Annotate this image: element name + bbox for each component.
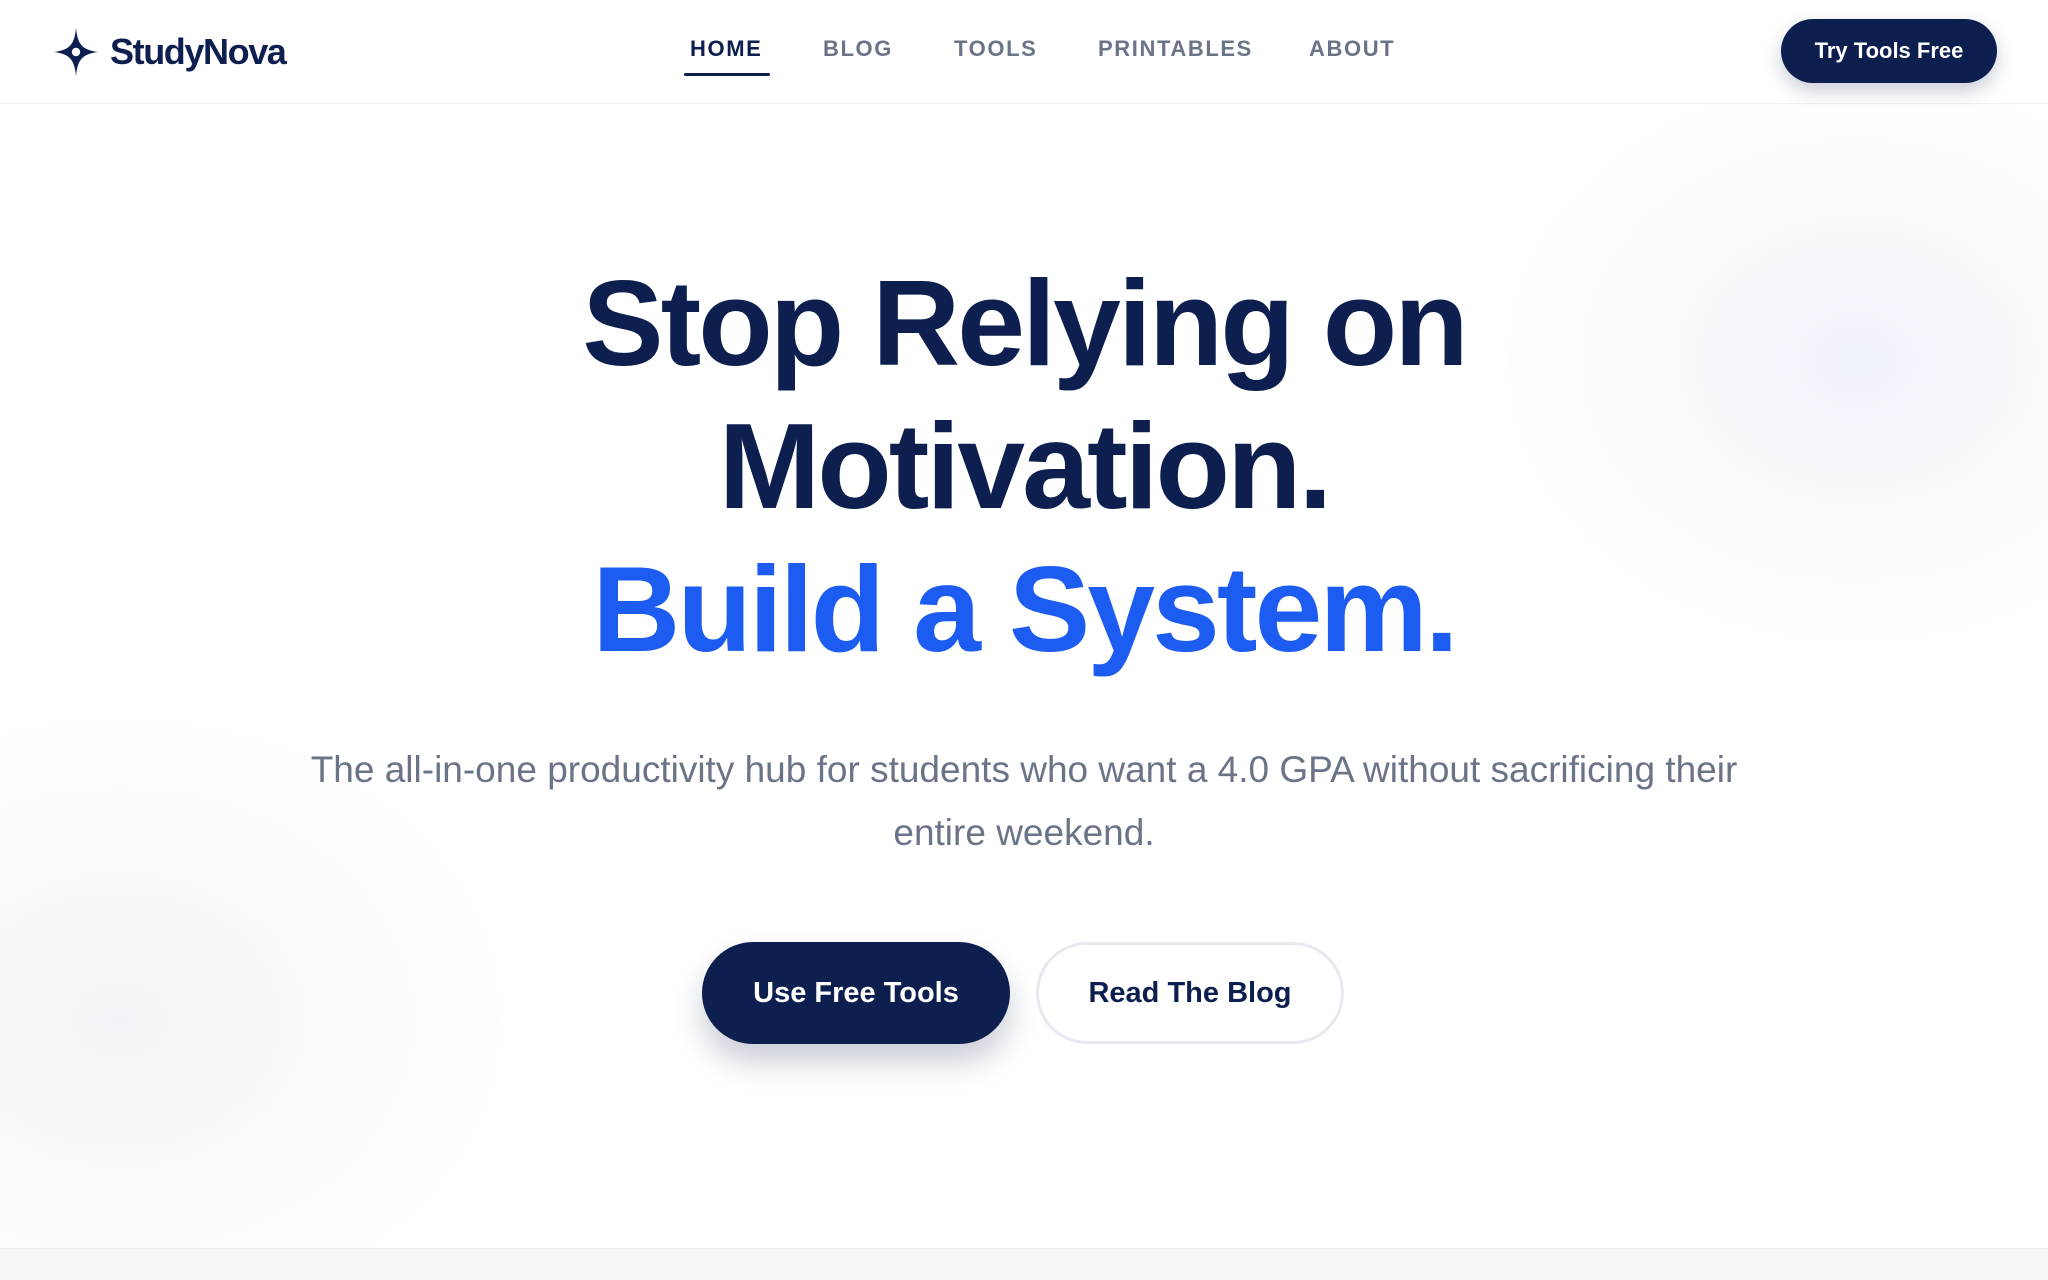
nav-item-about[interactable]: ABOUT <box>1309 36 1395 62</box>
nav-item-printables[interactable]: PRINTABLES <box>1098 36 1253 62</box>
brand-name: StudyNova <box>110 31 287 72</box>
hero-title-line-2: Motivation. <box>718 398 1333 534</box>
read-the-blog-button[interactable]: Read The Blog <box>1036 942 1344 1044</box>
hero-title-accent: Build a System. <box>592 541 1459 677</box>
section-divider <box>0 1248 2048 1280</box>
main-nav: HOME BLOG TOOLS PRINTABLES ABOUT <box>0 0 2048 104</box>
nav-item-home[interactable]: HOME <box>683 36 771 76</box>
hero-subtitle: The all-in-one productivity hub for stud… <box>310 749 1738 853</box>
brand-logo-link[interactable]: StudyNova <box>52 26 287 78</box>
hero-title: Stop Relying on Motivation. Build a Syst… <box>0 252 2048 681</box>
try-tools-free-button[interactable]: Try Tools Free <box>1781 19 1997 83</box>
landing-page: StudyNova HOME BLOG TOOLS PRINTABLES ABO… <box>0 0 2048 1280</box>
four-point-star-icon <box>54 28 98 76</box>
site-header: StudyNova HOME BLOG TOOLS PRINTABLES ABO… <box>0 0 2048 104</box>
nav-item-blog[interactable]: BLOG <box>823 36 893 62</box>
nav-item-tools[interactable]: TOOLS <box>954 36 1037 62</box>
hero-title-line-1: Stop Relying on <box>582 255 1469 391</box>
use-free-tools-button[interactable]: Use Free Tools <box>702 942 1010 1044</box>
